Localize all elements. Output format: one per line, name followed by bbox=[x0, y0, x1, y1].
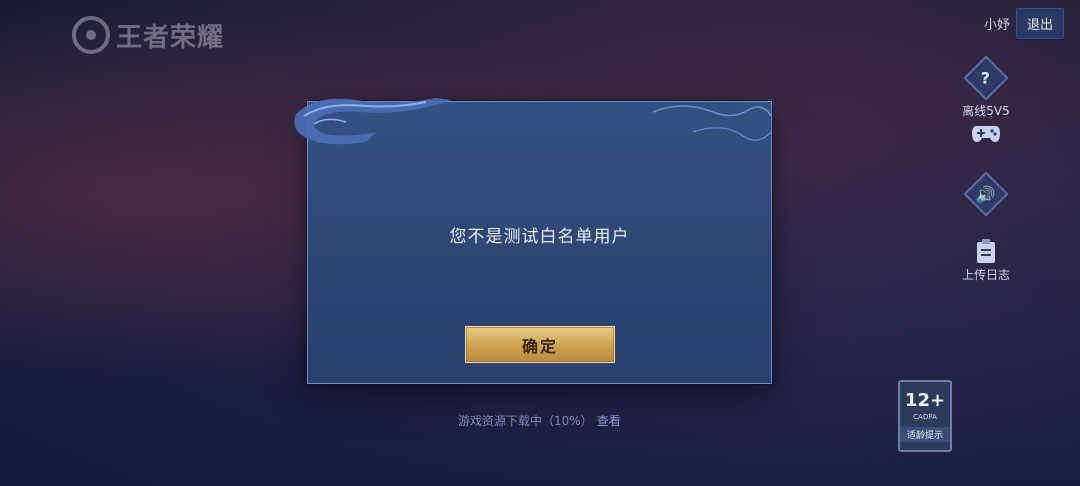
gamepad-icon bbox=[972, 126, 1000, 142]
sound-button[interactable]: 🔊 bbox=[946, 171, 1026, 217]
gamepad-button[interactable] bbox=[946, 122, 1026, 144]
age-rating-label: 适龄提示 bbox=[900, 427, 950, 442]
side-label-offline: 离线5V5 bbox=[962, 104, 1010, 118]
top-right-bar: 小妤 退出 bbox=[984, 8, 1064, 39]
username: 小妤 bbox=[983, 18, 1010, 33]
logout-button[interactable]: 退出 bbox=[1015, 8, 1064, 39]
dialog-message: 您不是测试白名单用户 bbox=[449, 227, 630, 247]
view-link[interactable]: 查看 bbox=[597, 414, 621, 428]
speaker-icon: 🔊 bbox=[963, 171, 1009, 217]
whitelist-dialog: 您不是测试白名单用户 确定 bbox=[294, 98, 772, 384]
offline-5v5-button[interactable]: ? 离线5V5 bbox=[946, 55, 1026, 119]
question-icon: ? bbox=[963, 55, 1009, 101]
download-progress: 游戏资源下载中（10%） 查看 bbox=[458, 412, 621, 429]
dialog-wave-ornament bbox=[653, 105, 772, 141]
side-label-upload-log: 上传日志 bbox=[961, 268, 1010, 282]
game-logo: 王者荣耀 bbox=[72, 16, 224, 54]
age-rating-badge: 12+ CADPA 适龄提示 bbox=[898, 380, 952, 452]
confirm-button[interactable]: 确定 bbox=[465, 326, 615, 363]
logo-text: 王者荣耀 bbox=[116, 22, 225, 53]
age-rating-number: 12+ bbox=[904, 390, 946, 411]
clipboard-icon bbox=[977, 239, 995, 263]
age-rating-org: CADPA bbox=[913, 413, 937, 421]
download-progress-text: 游戏资源下载中（10%） bbox=[458, 414, 593, 428]
dialog-cloud-ornament bbox=[294, 98, 451, 145]
logo-icon bbox=[72, 16, 110, 54]
upload-log-button[interactable]: 上传日志 bbox=[946, 238, 1026, 283]
